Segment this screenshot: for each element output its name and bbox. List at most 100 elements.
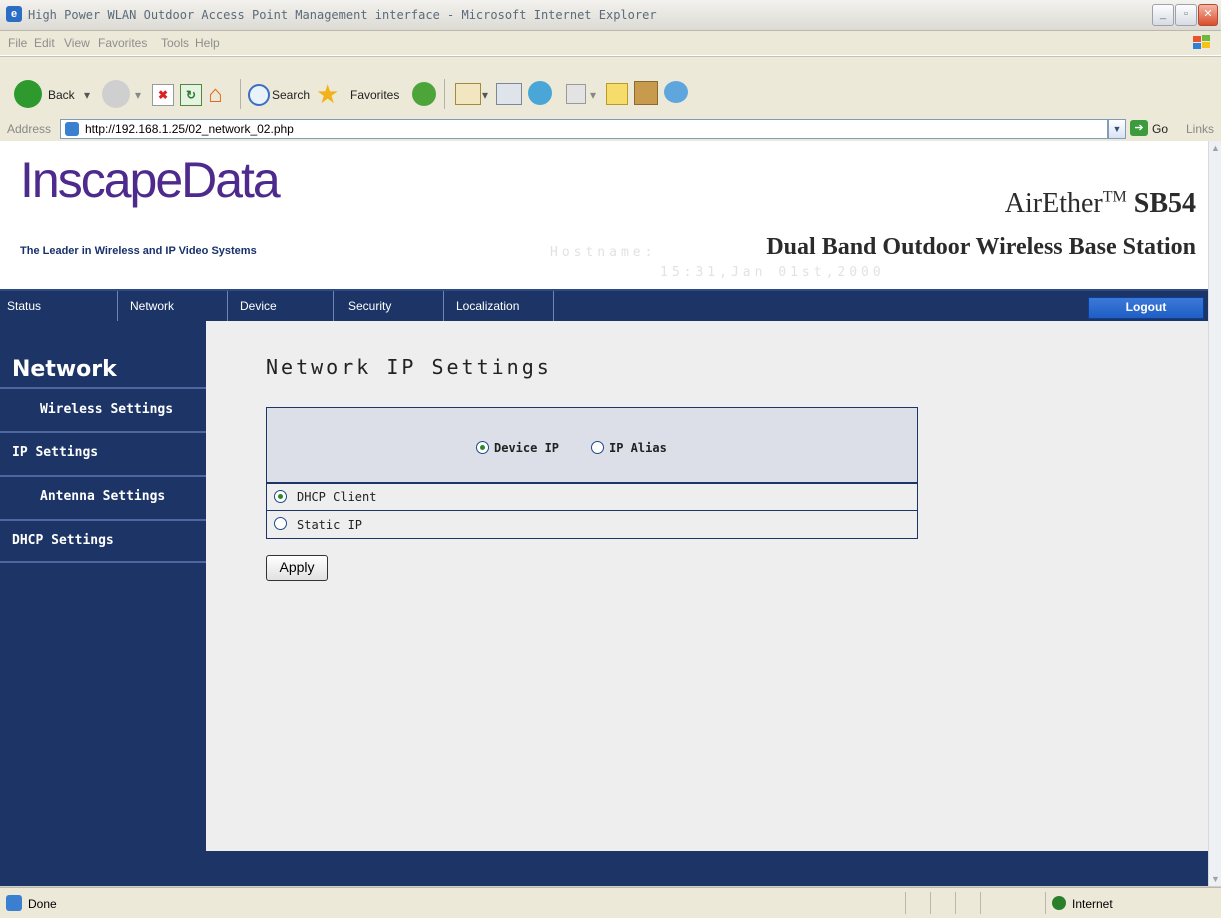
- address-input[interactable]: http://192.168.1.25/02_network_02.php: [60, 119, 1108, 139]
- status-divider: [980, 892, 981, 914]
- address-url[interactable]: http://192.168.1.25/02_network_02.php: [85, 122, 294, 136]
- product-model: SB54: [1133, 188, 1196, 219]
- links-label[interactable]: Links: [1186, 122, 1214, 136]
- window-title-bar: e High Power WLAN Outdoor Access Point M…: [0, 0, 1221, 31]
- forward-arrow-icon[interactable]: [102, 80, 130, 108]
- apply-button[interactable]: Apply: [266, 555, 328, 581]
- logo-tagline: The Leader in Wireless and IP Video Syst…: [20, 245, 257, 257]
- history-icon[interactable]: [412, 82, 436, 106]
- hostname-label: Hostname:: [550, 245, 657, 260]
- home-icon[interactable]: ⌂: [208, 81, 223, 109]
- close-icon[interactable]: ✕: [1198, 4, 1218, 26]
- status-divider: [955, 892, 956, 914]
- menu-bar: File Edit View Favorites Tools Help: [0, 31, 1221, 56]
- globe-icon: [1052, 896, 1066, 910]
- address-dropdown-icon[interactable]: ▼: [1108, 119, 1126, 139]
- top-nav-bar: Status Network Device Security Localizat…: [0, 289, 1208, 321]
- main-content: Network IP Settings Device IP IP Alias D…: [206, 321, 1208, 851]
- status-divider: [930, 892, 931, 914]
- nav-localization[interactable]: Localization: [444, 291, 554, 321]
- status-divider: [1045, 892, 1046, 914]
- search-icon[interactable]: [248, 84, 270, 106]
- address-bar: Address http://192.168.1.25/02_network_0…: [0, 117, 1221, 142]
- static-ip-row: Static IP: [267, 511, 917, 538]
- menu-help[interactable]: Help: [195, 36, 220, 50]
- window-title: High Power WLAN Outdoor Access Point Man…: [28, 8, 657, 22]
- ip-mode-selector: Device IP IP Alias: [267, 408, 917, 484]
- sidebar-item-dhcp-settings[interactable]: DHCP Settings: [0, 519, 206, 563]
- status-bar: Done Internet: [0, 887, 1221, 918]
- sidebar: Network Wireless Settings IP Settings An…: [0, 321, 206, 851]
- dhcp-client-label[interactable]: DHCP Client: [297, 490, 376, 504]
- static-ip-label[interactable]: Static IP: [297, 518, 362, 532]
- inscapedata-logo: InscapeData: [20, 152, 281, 208]
- address-label: Address: [7, 122, 52, 136]
- ie-page-icon: [6, 895, 22, 911]
- stop-icon[interactable]: ✖: [152, 84, 174, 106]
- menu-favorites[interactable]: Favorites: [98, 36, 147, 50]
- scroll-down-icon[interactable]: ▼: [1209, 872, 1221, 886]
- logout-button[interactable]: Logout: [1088, 297, 1204, 319]
- nav-device[interactable]: Device: [228, 291, 334, 321]
- favorites-star-icon[interactable]: ★: [316, 79, 339, 110]
- search-button-label[interactable]: Search: [272, 88, 310, 102]
- sidebar-item-antenna-settings[interactable]: Antenna Settings: [0, 475, 206, 517]
- product-subtitle: Dual Band Outdoor Wireless Base Station: [766, 234, 1196, 260]
- product-brand: AirEther: [1004, 188, 1103, 219]
- dhcp-client-row: DHCP Client: [267, 484, 917, 511]
- contacts-icon[interactable]: [664, 81, 688, 103]
- toolbar-separator: [240, 79, 241, 109]
- toolbar-separator: [444, 79, 445, 109]
- toolbar: Back ▾ ▾ ✖ ↻ ⌂ Search ★ Favorites ▾ ▾: [0, 56, 1221, 118]
- edit-page-icon[interactable]: [566, 84, 586, 104]
- go-button-label[interactable]: Go: [1152, 122, 1168, 136]
- device-ip-radio[interactable]: [476, 441, 489, 454]
- device-datetime: 15:31,Jan 01st,2000: [660, 265, 885, 280]
- ip-alias-radio[interactable]: [591, 441, 604, 454]
- sidebar-item-ip-settings[interactable]: IP Settings: [0, 431, 206, 473]
- menu-tools[interactable]: Tools: [161, 36, 189, 50]
- forward-dropdown-icon[interactable]: ▾: [135, 88, 141, 102]
- product-name: AirEtherTM SB54: [1005, 188, 1196, 220]
- trademark-mark: TM: [1102, 188, 1127, 206]
- menu-view[interactable]: View: [64, 36, 90, 50]
- go-arrow-icon[interactable]: ➔: [1130, 120, 1148, 136]
- minimize-icon[interactable]: _: [1152, 4, 1174, 26]
- maximize-icon[interactable]: ▫: [1175, 4, 1197, 26]
- ip-settings-box: Device IP IP Alias DHCP Client Static IP: [266, 407, 918, 539]
- favorites-button-label[interactable]: Favorites: [350, 88, 399, 102]
- security-zone-label: Internet: [1072, 897, 1113, 911]
- page-favicon-icon: [65, 122, 79, 136]
- folder-icon[interactable]: [606, 83, 628, 105]
- edit-dropdown-icon[interactable]: ▾: [590, 88, 596, 102]
- menu-file[interactable]: File: [8, 36, 27, 50]
- static-ip-radio[interactable]: [274, 517, 287, 530]
- back-dropdown-icon[interactable]: ▾: [84, 88, 90, 102]
- status-text: Done: [28, 897, 57, 911]
- messenger-icon[interactable]: [528, 81, 552, 105]
- ie-app-icon: e: [6, 6, 22, 22]
- back-arrow-icon[interactable]: [14, 80, 42, 108]
- nav-security[interactable]: Security: [334, 291, 444, 321]
- nav-status[interactable]: Status: [0, 291, 118, 321]
- page-title: Network IP Settings: [266, 355, 552, 379]
- refresh-icon[interactable]: ↻: [180, 84, 202, 106]
- menu-edit[interactable]: Edit: [34, 36, 55, 50]
- research-icon[interactable]: [634, 81, 658, 105]
- mail-icon[interactable]: [455, 83, 481, 105]
- nav-network[interactable]: Network: [118, 291, 228, 321]
- dhcp-client-radio[interactable]: [274, 490, 287, 503]
- sidebar-title: Network: [12, 357, 117, 382]
- print-icon[interactable]: [496, 83, 522, 105]
- web-page: InscapeData The Leader in Wireless and I…: [0, 141, 1208, 886]
- ip-alias-label[interactable]: IP Alias: [609, 441, 667, 455]
- status-divider: [905, 892, 906, 914]
- device-ip-label[interactable]: Device IP: [494, 441, 559, 455]
- scroll-up-icon[interactable]: ▲: [1209, 141, 1221, 155]
- mail-dropdown-icon[interactable]: ▾: [482, 88, 488, 102]
- sidebar-item-wireless-settings[interactable]: Wireless Settings: [0, 387, 206, 429]
- windows-logo-icon: [1193, 35, 1210, 49]
- page-footer-band: [0, 851, 1208, 886]
- back-button-label[interactable]: Back: [48, 88, 75, 102]
- page-scrollbar[interactable]: ▲ ▼: [1208, 141, 1221, 886]
